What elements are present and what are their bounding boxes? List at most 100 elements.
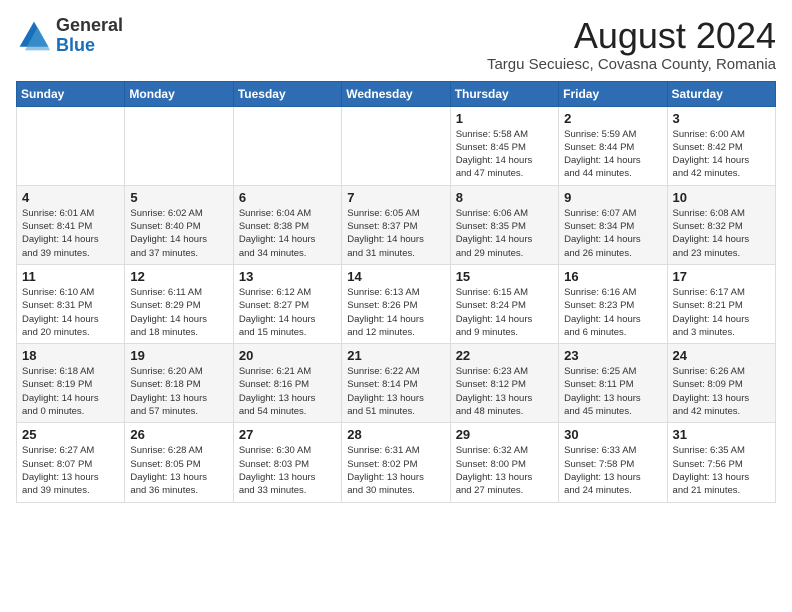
calendar-cell: 18Sunrise: 6:18 AM Sunset: 8:19 PM Dayli… bbox=[17, 344, 125, 423]
calendar-cell: 1 Sunrise: 5:58 AM Sunset: 8:45 PM Daylig… bbox=[450, 106, 558, 185]
day-number: 25 bbox=[22, 427, 119, 442]
calendar-cell: 23 Sunrise: 6:25 AM Sunset: 8:11 PM Dayli… bbox=[559, 344, 667, 423]
calendar-cell: 27Sunrise: 6:30 AM Sunset: 8:03 PM Dayli… bbox=[233, 423, 341, 502]
day-number: 6 bbox=[239, 190, 336, 205]
day-info: Sunrise: 6:18 AM Sunset: 8:19 PM Dayligh… bbox=[22, 365, 119, 418]
day-header-friday: Friday bbox=[559, 81, 667, 106]
day-info: Sunrise: 6:20 AM Sunset: 8:18 PM Dayligh… bbox=[130, 365, 227, 418]
day-number: 16 bbox=[564, 269, 661, 284]
page-header: General Blue August 2024 Targu Secuiesc,… bbox=[16, 16, 776, 73]
month-year-title: August 2024 bbox=[487, 16, 776, 56]
day-header-tuesday: Tuesday bbox=[233, 81, 341, 106]
calendar-cell: 3Sunrise: 6:00 AM Sunset: 8:42 PM Daylig… bbox=[667, 106, 775, 185]
calendar-week-2: 4 Sunrise: 6:01 AM Sunset: 8:41 PM Daylig… bbox=[17, 185, 776, 264]
calendar-cell: 10 Sunrise: 6:08 AM Sunset: 8:32 PM Dayli… bbox=[667, 185, 775, 264]
day-info: Sunrise: 6:26 AM Sunset: 8:09 PM Dayligh… bbox=[673, 365, 770, 418]
day-number: 28 bbox=[347, 427, 444, 442]
day-info: Sunrise: 6:11 AM Sunset: 8:29 PM Dayligh… bbox=[130, 286, 227, 339]
day-header-saturday: Saturday bbox=[667, 81, 775, 106]
day-info: Sunrise: 6:15 AM Sunset: 8:24 PM Dayligh… bbox=[456, 286, 553, 339]
day-number: 1 bbox=[456, 111, 553, 126]
day-number: 3 bbox=[673, 111, 770, 126]
logo: General Blue bbox=[16, 16, 123, 56]
day-number: 5 bbox=[130, 190, 227, 205]
calendar-cell: 17Sunrise: 6:17 AM Sunset: 8:21 PM Dayli… bbox=[667, 264, 775, 343]
calendar-cell bbox=[125, 106, 233, 185]
location-subtitle: Targu Secuiesc, Covasna County, Romania bbox=[487, 56, 776, 73]
day-info: Sunrise: 5:59 AM Sunset: 8:44 PM Dayligh… bbox=[564, 128, 661, 181]
day-info: Sunrise: 6:02 AM Sunset: 8:40 PM Dayligh… bbox=[130, 207, 227, 260]
calendar-cell: 14Sunrise: 6:13 AM Sunset: 8:26 PM Dayli… bbox=[342, 264, 450, 343]
calendar-week-4: 18Sunrise: 6:18 AM Sunset: 8:19 PM Dayli… bbox=[17, 344, 776, 423]
day-number: 17 bbox=[673, 269, 770, 284]
day-header-monday: Monday bbox=[125, 81, 233, 106]
day-number: 11 bbox=[22, 269, 119, 284]
calendar-cell: 6 Sunrise: 6:04 AM Sunset: 8:38 PM Daylig… bbox=[233, 185, 341, 264]
calendar-week-5: 25 Sunrise: 6:27 AM Sunset: 8:07 PM Dayli… bbox=[17, 423, 776, 502]
day-info: Sunrise: 6:23 AM Sunset: 8:12 PM Dayligh… bbox=[456, 365, 553, 418]
day-info: Sunrise: 6:22 AM Sunset: 8:14 PM Dayligh… bbox=[347, 365, 444, 418]
calendar-cell: 8 Sunrise: 6:06 AM Sunset: 8:35 PM Daylig… bbox=[450, 185, 558, 264]
day-info: Sunrise: 6:08 AM Sunset: 8:32 PM Dayligh… bbox=[673, 207, 770, 260]
day-number: 4 bbox=[22, 190, 119, 205]
day-info: Sunrise: 6:28 AM Sunset: 8:05 PM Dayligh… bbox=[130, 444, 227, 497]
day-header-wednesday: Wednesday bbox=[342, 81, 450, 106]
calendar-cell: 20 Sunrise: 6:21 AM Sunset: 8:16 PM Dayli… bbox=[233, 344, 341, 423]
day-number: 29 bbox=[456, 427, 553, 442]
day-info: Sunrise: 6:07 AM Sunset: 8:34 PM Dayligh… bbox=[564, 207, 661, 260]
day-info: Sunrise: 6:12 AM Sunset: 8:27 PM Dayligh… bbox=[239, 286, 336, 339]
calendar-cell: 13 Sunrise: 6:12 AM Sunset: 8:27 PM Dayli… bbox=[233, 264, 341, 343]
day-info: Sunrise: 6:13 AM Sunset: 8:26 PM Dayligh… bbox=[347, 286, 444, 339]
calendar-week-3: 11 Sunrise: 6:10 AM Sunset: 8:31 PM Dayli… bbox=[17, 264, 776, 343]
day-info: Sunrise: 6:27 AM Sunset: 8:07 PM Dayligh… bbox=[22, 444, 119, 497]
day-info: Sunrise: 6:33 AM Sunset: 7:58 PM Dayligh… bbox=[564, 444, 661, 497]
day-number: 2 bbox=[564, 111, 661, 126]
day-info: Sunrise: 5:58 AM Sunset: 8:45 PM Dayligh… bbox=[456, 128, 553, 181]
day-number: 19 bbox=[130, 348, 227, 363]
day-number: 24 bbox=[673, 348, 770, 363]
calendar-cell: 22Sunrise: 6:23 AM Sunset: 8:12 PM Dayli… bbox=[450, 344, 558, 423]
day-info: Sunrise: 6:25 AM Sunset: 8:11 PM Dayligh… bbox=[564, 365, 661, 418]
calendar-cell: 26 Sunrise: 6:28 AM Sunset: 8:05 PM Dayli… bbox=[125, 423, 233, 502]
day-info: Sunrise: 6:05 AM Sunset: 8:37 PM Dayligh… bbox=[347, 207, 444, 260]
logo-general: General bbox=[56, 16, 123, 36]
calendar-cell: 15 Sunrise: 6:15 AM Sunset: 8:24 PM Dayli… bbox=[450, 264, 558, 343]
calendar-cell: 31Sunrise: 6:35 AM Sunset: 7:56 PM Dayli… bbox=[667, 423, 775, 502]
day-info: Sunrise: 6:32 AM Sunset: 8:00 PM Dayligh… bbox=[456, 444, 553, 497]
calendar-cell: 4 Sunrise: 6:01 AM Sunset: 8:41 PM Daylig… bbox=[17, 185, 125, 264]
day-number: 12 bbox=[130, 269, 227, 284]
day-info: Sunrise: 6:06 AM Sunset: 8:35 PM Dayligh… bbox=[456, 207, 553, 260]
day-number: 7 bbox=[347, 190, 444, 205]
day-info: Sunrise: 6:35 AM Sunset: 7:56 PM Dayligh… bbox=[673, 444, 770, 497]
day-number: 27 bbox=[239, 427, 336, 442]
logo-icon bbox=[16, 18, 52, 54]
day-info: Sunrise: 6:10 AM Sunset: 8:31 PM Dayligh… bbox=[22, 286, 119, 339]
day-number: 9 bbox=[564, 190, 661, 205]
calendar-cell bbox=[233, 106, 341, 185]
day-number: 8 bbox=[456, 190, 553, 205]
calendar-table: SundayMondayTuesdayWednesdayThursdayFrid… bbox=[16, 81, 776, 503]
day-number: 26 bbox=[130, 427, 227, 442]
day-number: 10 bbox=[673, 190, 770, 205]
calendar-week-1: 1 Sunrise: 5:58 AM Sunset: 8:45 PM Daylig… bbox=[17, 106, 776, 185]
calendar-cell: 28Sunrise: 6:31 AM Sunset: 8:02 PM Dayli… bbox=[342, 423, 450, 502]
day-info: Sunrise: 6:04 AM Sunset: 8:38 PM Dayligh… bbox=[239, 207, 336, 260]
calendar-cell: 16 Sunrise: 6:16 AM Sunset: 8:23 PM Dayli… bbox=[559, 264, 667, 343]
logo-blue: Blue bbox=[56, 36, 123, 56]
calendar-cell: 11 Sunrise: 6:10 AM Sunset: 8:31 PM Dayli… bbox=[17, 264, 125, 343]
calendar-header-row: SundayMondayTuesdayWednesdayThursdayFrid… bbox=[17, 81, 776, 106]
day-info: Sunrise: 6:16 AM Sunset: 8:23 PM Dayligh… bbox=[564, 286, 661, 339]
logo-text: General Blue bbox=[56, 16, 123, 56]
day-number: 13 bbox=[239, 269, 336, 284]
calendar-cell: 19 Sunrise: 6:20 AM Sunset: 8:18 PM Dayli… bbox=[125, 344, 233, 423]
day-number: 20 bbox=[239, 348, 336, 363]
calendar-cell: 12 Sunrise: 6:11 AM Sunset: 8:29 PM Dayli… bbox=[125, 264, 233, 343]
calendar-cell: 24 Sunrise: 6:26 AM Sunset: 8:09 PM Dayli… bbox=[667, 344, 775, 423]
day-number: 23 bbox=[564, 348, 661, 363]
day-info: Sunrise: 6:01 AM Sunset: 8:41 PM Dayligh… bbox=[22, 207, 119, 260]
day-number: 30 bbox=[564, 427, 661, 442]
day-number: 15 bbox=[456, 269, 553, 284]
calendar-cell bbox=[342, 106, 450, 185]
day-info: Sunrise: 6:21 AM Sunset: 8:16 PM Dayligh… bbox=[239, 365, 336, 418]
calendar-cell: 21Sunrise: 6:22 AM Sunset: 8:14 PM Dayli… bbox=[342, 344, 450, 423]
